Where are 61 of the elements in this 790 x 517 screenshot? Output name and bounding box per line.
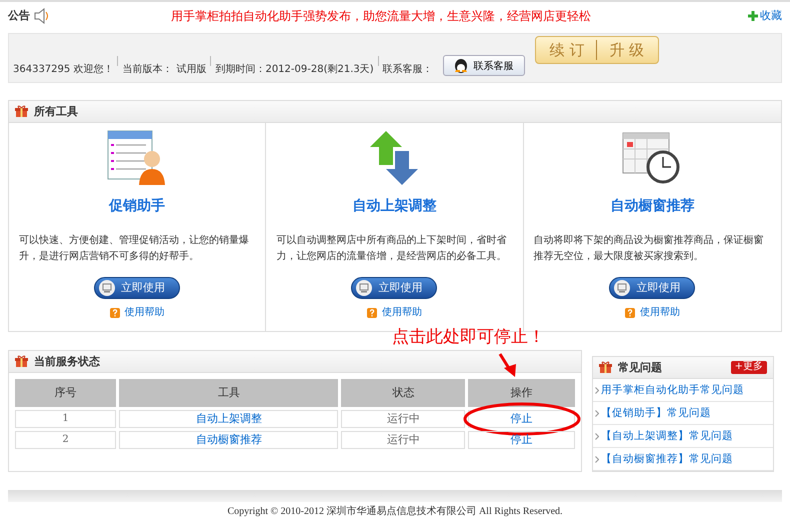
more-link[interactable]: +更多 (730, 361, 767, 374)
help-link[interactable]: 使用帮助 (366, 307, 422, 319)
support-label: 联系客服： (382, 64, 433, 76)
tool-description: 可以快速、方便创建、管理促销活动，让您的销量爆升，是进行网店营销不可多得的好帮手。 (19, 234, 250, 264)
use-now-button[interactable]: 立即使用 (351, 277, 438, 299)
tool-description: 可以自动调整网店中所有商品的上下架时间，省时省力，让您网店的流量倍增，是经营网店的必备工具。 (276, 234, 508, 264)
faq-link[interactable]: 【自动上架调整】常见问题 (601, 429, 733, 443)
column-header: 操作 (468, 379, 575, 407)
help-link[interactable]: 使用帮助 (110, 307, 165, 319)
panel-title: 常见问题 (618, 360, 662, 374)
panel-title: 所有工具 (34, 104, 78, 118)
chevron-icon (595, 386, 599, 394)
tool-link[interactable]: 自动上架调整 (119, 410, 338, 428)
gift-icon (15, 355, 28, 368)
chevron-icon (595, 432, 599, 440)
monitor-icon (99, 280, 116, 296)
column-header: 状态 (341, 379, 466, 407)
help-icon (366, 308, 377, 318)
collapse-link[interactable]: 收藏 (748, 9, 782, 23)
annotation-text: 点击此处即可停止！ (392, 327, 545, 347)
version-label: 当前版本： (122, 64, 172, 76)
version-text: 试用版 (176, 64, 206, 76)
monitor-icon (356, 280, 372, 296)
faq-link[interactable]: 【促销助手】常见问题 (601, 406, 711, 420)
expiry-text: 到期时间：2012-09-28(剩21.3天) (215, 64, 374, 76)
panel-title: 当前服务状态 (34, 354, 100, 368)
announcement-text: 用手掌柜拍拍自动化助手强势发布，助您流量大增，生意兴隆，经营网店更轻松 (171, 8, 592, 24)
tool-link[interactable]: 自动橱窗推荐 (119, 431, 338, 449)
help-link[interactable]: 使用帮助 (624, 307, 680, 319)
swap-arrows-icon (368, 129, 420, 187)
gift-icon (15, 105, 28, 118)
table-cell: 2 (15, 431, 116, 449)
chevron-icon (595, 410, 599, 416)
column-header: 序号 (15, 379, 116, 407)
tool-title[interactable]: 促销助手 (109, 197, 166, 215)
gift-icon (599, 361, 612, 374)
user-text: 364337295 欢迎您！ (13, 64, 114, 76)
stop-link[interactable]: 停止 (510, 412, 533, 425)
column-header: 工具 (119, 379, 338, 407)
table-cell: 运行中 (341, 431, 466, 449)
stop-link[interactable]: 停止 (510, 433, 533, 446)
monitor-icon (614, 280, 630, 296)
contact-support-button[interactable]: 联系客服 (442, 55, 525, 76)
use-now-button[interactable]: 立即使用 (609, 277, 696, 299)
notice-label: 公告 (8, 9, 30, 23)
penguin-icon (454, 58, 468, 73)
chevron-icon (595, 456, 599, 462)
speaker-icon (33, 8, 51, 24)
table-cell: 1 (15, 410, 116, 428)
help-icon (624, 308, 635, 318)
help-icon (110, 308, 120, 318)
renew-upgrade-button[interactable]: 续 订 升 级 (534, 36, 660, 64)
copyright-text: Copyright © 2010-2012 深圳市华通易点信息技术有限公司 All Rights Reserved. (226, 506, 564, 517)
table-cell: 运行中 (341, 410, 466, 428)
faq-link[interactable]: 用手掌柜自动化助手常见问题 (601, 383, 744, 397)
plus-icon (748, 11, 758, 21)
tool-title[interactable]: 自动橱窗推荐 (610, 197, 694, 215)
use-now-button[interactable]: 立即使用 (94, 277, 180, 299)
tool-description: 自动将即将下架的商品设为橱窗推荐商品，保证橱窗推荐无空位，最大限度被买家搜索到。 (534, 234, 765, 264)
faq-link[interactable]: 【自动橱窗推荐】常见问题 (601, 452, 733, 466)
tool-title[interactable]: 自动上架调整 (352, 197, 436, 215)
